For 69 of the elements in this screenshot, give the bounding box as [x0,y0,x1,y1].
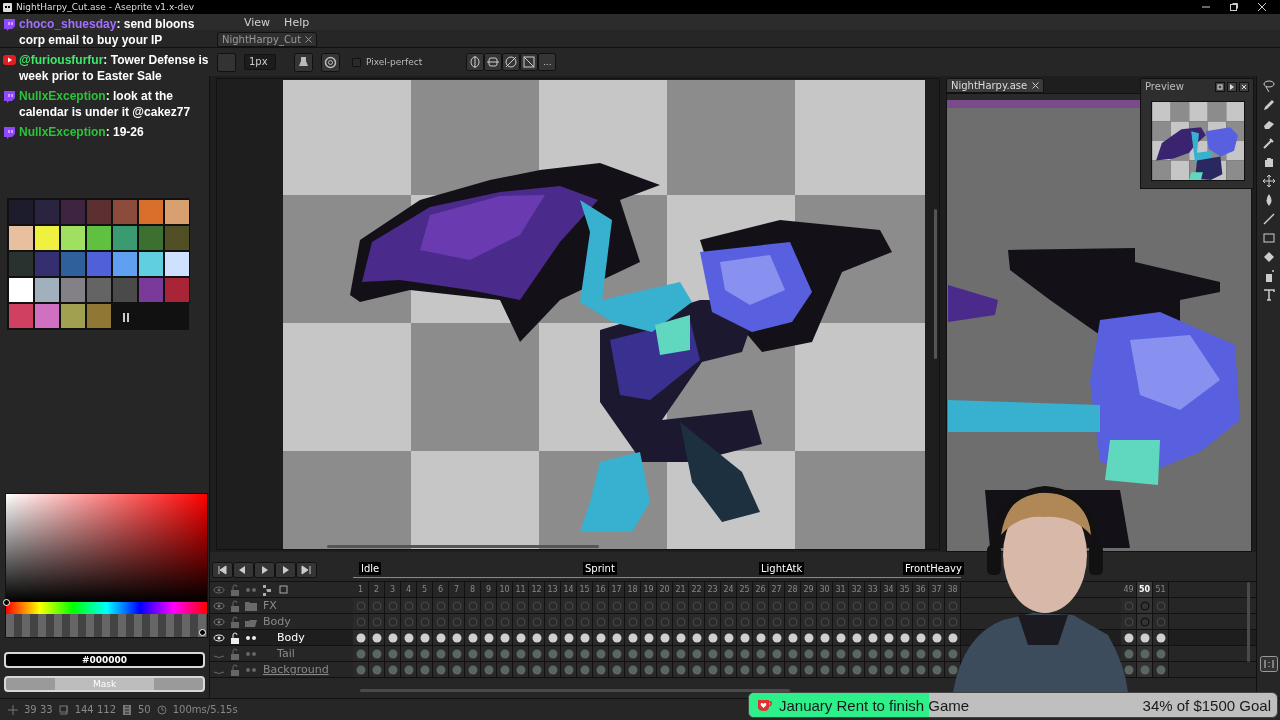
sprite-size: 144 112 [74,704,116,715]
menu-item[interactable]: View [244,16,271,28]
frame-number[interactable]: 6 [433,582,449,597]
chat-message: choco_shuesday: send bloons corp email to buy your IP [19,16,196,48]
frame-number[interactable]: 21 [673,582,689,597]
frame-number[interactable]: 3 [385,582,401,597]
chat-message: @furiousfurfur: Tower Defense is week prior to Easter Sale [19,52,209,84]
document-tab[interactable]: NightHarpy.ase [946,78,1045,93]
frame-number[interactable]: 14 [561,582,577,597]
duration: 100ms/5.15s [172,704,238,715]
frame-number[interactable]: 33 [865,582,881,597]
layer-name[interactable]: Tail [277,648,295,659]
pixel-perfect-label: Pixel-perfect [366,57,423,67]
menu-item[interactable]: Help [284,16,310,28]
preview-title: Preview [1145,82,1184,92]
layer-name[interactable]: FX [263,600,277,611]
brush-size-field[interactable]: 1px [244,54,276,70]
frame-number[interactable]: 2 [369,582,385,597]
goal-title: January Rent to finish Game [779,697,970,713]
frame-number[interactable]: 35 [897,582,913,597]
frame-number[interactable]: 10 [497,582,513,597]
frame-number[interactable]: 32 [849,582,865,597]
frame-number[interactable]: 19 [641,582,657,597]
chat-message: NullxException: 19-26 [19,124,145,140]
more-button[interactable]: ... [538,53,557,71]
layer-name[interactable]: Body [277,632,305,643]
frame-number[interactable]: 24 [721,582,737,597]
cursor-position: 39 33 [24,704,53,715]
frame-number[interactable]: 17 [609,582,625,597]
frame-number[interactable]: 15 [577,582,593,597]
frame-number[interactable]: 18 [625,582,641,597]
window-title: NightHarpy_Cut.ase - Aseprite v1.x-dev [16,2,195,12]
animation-tag[interactable]: FrontHeavy [903,562,964,575]
frame-number[interactable]: 5 [417,582,433,597]
frame-number[interactable]: 27 [769,582,785,597]
frame-number[interactable]: 28 [785,582,801,597]
frame-number[interactable]: 11 [513,582,529,597]
frame-number[interactable]: 1 [353,582,369,597]
frame-number[interactable]: 36 [913,582,929,597]
frame-number[interactable]: 38 [945,582,961,597]
frame-number[interactable]: 51 [1153,582,1169,597]
frame-number[interactable]: 7 [449,582,465,597]
frame-number[interactable]: 37 [929,582,945,597]
frame-number[interactable]: 30 [817,582,833,597]
animation-tag[interactable]: Sprint [583,562,617,575]
frame-number[interactable]: 4 [401,582,417,597]
frame-number[interactable]: 12 [529,582,545,597]
animation-tag[interactable]: LightAtk [759,562,805,575]
frame-number[interactable]: 8 [465,582,481,597]
frame-number[interactable]: 20 [657,582,673,597]
frame-number[interactable]: 16 [593,582,609,597]
frame-number[interactable]: 29 [801,582,817,597]
hex-color-field[interactable]: #000000 [4,652,205,668]
layer-name[interactable]: Background [263,664,329,675]
frame-number[interactable]: 23 [705,582,721,597]
goal-progress-text: 34% of $1500 Goal [1142,697,1271,713]
chat-message: NullxException: look at the calendar is under it @cakez77 [19,88,192,120]
frame-number[interactable]: 22 [689,582,705,597]
document-tab[interactable]: NightHarpy_Cut [217,32,318,47]
frame-number[interactable]: 26 [753,582,769,597]
frame-number[interactable]: 13 [545,582,561,597]
frame-number[interactable]: 31 [833,582,849,597]
frame-number[interactable]: 9 [481,582,497,597]
frame-number[interactable]: 34 [881,582,897,597]
frame-number[interactable]: 25 [737,582,753,597]
frame-number[interactable]: 50 [1137,582,1153,597]
animation-tag[interactable]: Idle [359,562,382,575]
layer-name[interactable]: Body [263,616,291,627]
frame-count: 50 [138,704,151,715]
